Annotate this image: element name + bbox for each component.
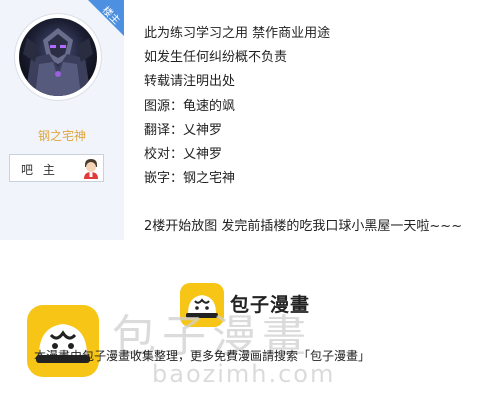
post-line: 嵌字：钢之宅神 — [144, 171, 236, 187]
role-label: 吧 主 — [21, 163, 58, 177]
post-line: 翻译：乂神罗 — [144, 122, 223, 138]
post-line: 图源：龟速的飒 — [144, 98, 236, 114]
avatar-image — [19, 18, 97, 96]
owner-badge: 楼主 — [88, 0, 124, 36]
username-link[interactable]: 钢之宅神 — [0, 127, 124, 144]
watermark: 包子漫畫 包子漫畫 baozimh.com 本漫畫由包子漫畫收集整理，更多免費漫… — [0, 280, 492, 412]
post-line: 转载请注明出处 — [144, 74, 236, 90]
post-content: 此为练习学习之用 禁作商业用途 如发生任何纠纷概不负责 转载请注明出处 图源：龟… — [144, 22, 462, 240]
bun-watermark-icon — [27, 305, 99, 377]
post-line: 校对：乂神罗 — [144, 146, 223, 162]
watermark-caption: 本漫畫由包子漫畫收集整理，更多免費漫画請搜索「包子漫畫」 — [34, 349, 371, 363]
author-sidebar: 楼主 钢之宅神 吧 主 — [0, 0, 124, 240]
post-footer: 2楼开始放图 发完前插楼的吃我口球小黑屋一天啦~~~ — [144, 219, 463, 235]
watermark-url: baozimh.com — [152, 360, 336, 388]
role-badge[interactable]: 吧 主 — [9, 154, 104, 182]
user-icon — [80, 157, 102, 179]
post-line: 如发生任何纠纷概不负责 — [144, 50, 288, 66]
post-line: 此为练习学习之用 禁作商业用途 — [144, 26, 331, 41]
